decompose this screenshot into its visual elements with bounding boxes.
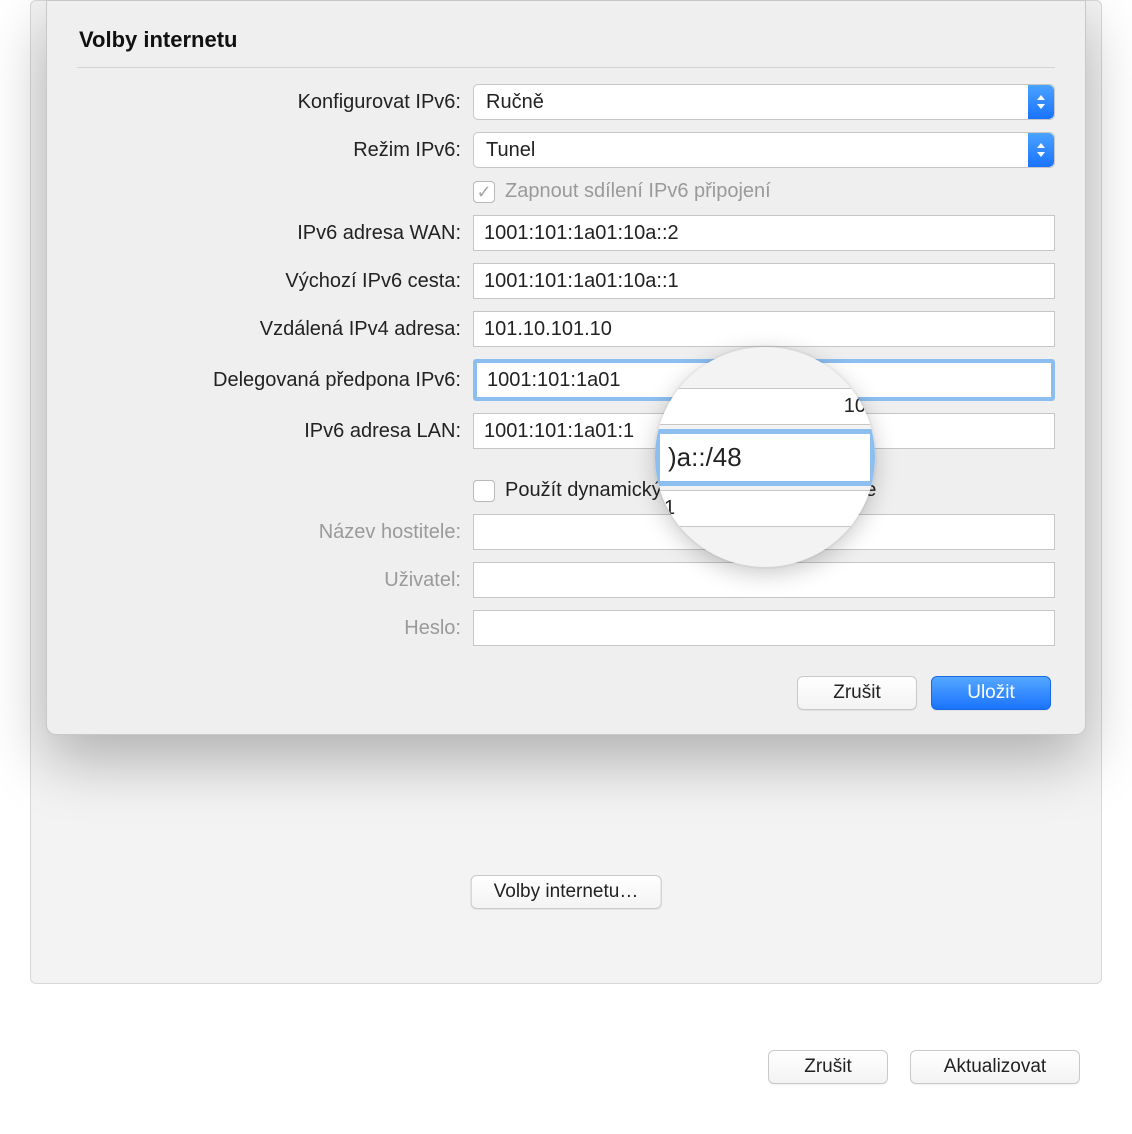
dynamic-hostname-checkbox[interactable] xyxy=(473,480,495,502)
mode-ipv6-select[interactable]: Tunel xyxy=(473,132,1055,168)
select-stepper-icon xyxy=(1028,133,1054,167)
enable-sharing-checkbox[interactable] xyxy=(473,181,495,203)
configure-ipv6-label: Konfigurovat IPv6: xyxy=(77,91,473,114)
lan-address-label: IPv6 adresa LAN: xyxy=(77,420,473,443)
select-stepper-icon xyxy=(1028,85,1054,119)
internet-options-dialog: Volby internetu Konfigurovat IPv6: Ručně… xyxy=(46,0,1086,735)
remote-ipv4-label: Vzdálená IPv4 adresa: xyxy=(77,318,473,341)
wan-address-input[interactable] xyxy=(473,215,1055,251)
delegated-prefix-label: Delegovaná předpona IPv6: xyxy=(77,369,473,392)
magnifier-focus-fragment: )a::/48 xyxy=(655,429,875,486)
configure-ipv6-select[interactable]: Ručně xyxy=(473,84,1055,120)
bottom-cancel-button[interactable]: Zrušit xyxy=(768,1050,888,1084)
user-input[interactable] xyxy=(473,562,1055,598)
password-label: Heslo: xyxy=(77,617,473,640)
password-input[interactable] xyxy=(473,610,1055,646)
dialog-cancel-button[interactable]: Zrušit xyxy=(797,676,917,710)
magnifier-overlay: 10 )a::/48 1 xyxy=(655,347,875,567)
default-route-label: Výchozí IPv6 cesta: xyxy=(77,270,473,293)
bottom-button-bar: Zrušit Aktualizovat xyxy=(768,1050,1080,1084)
bottom-update-button[interactable]: Aktualizovat xyxy=(910,1050,1080,1084)
remote-ipv4-input[interactable] xyxy=(473,311,1055,347)
user-label: Uživatel: xyxy=(77,569,473,592)
hostname-label: Název hostitele: xyxy=(77,521,473,544)
dialog-title: Volby internetu xyxy=(77,19,1055,68)
configure-ipv6-value: Ručně xyxy=(486,91,544,114)
magnifier-bottom-fragment: 1 xyxy=(655,490,875,527)
mode-ipv6-value: Tunel xyxy=(486,139,535,162)
wan-address-label: IPv6 adresa WAN: xyxy=(77,222,473,245)
magnifier-top-fragment: 10 xyxy=(655,388,875,425)
internet-options-button[interactable]: Volby internetu… xyxy=(471,875,662,909)
mode-ipv6-label: Režim IPv6: xyxy=(77,139,473,162)
enable-sharing-label: Zapnout sdílení IPv6 připojení xyxy=(505,180,771,203)
dialog-save-button[interactable]: Uložit xyxy=(931,676,1051,710)
default-route-input[interactable] xyxy=(473,263,1055,299)
form: Konfigurovat IPv6: Ručně Režim IPv6: Tun… xyxy=(77,84,1055,646)
